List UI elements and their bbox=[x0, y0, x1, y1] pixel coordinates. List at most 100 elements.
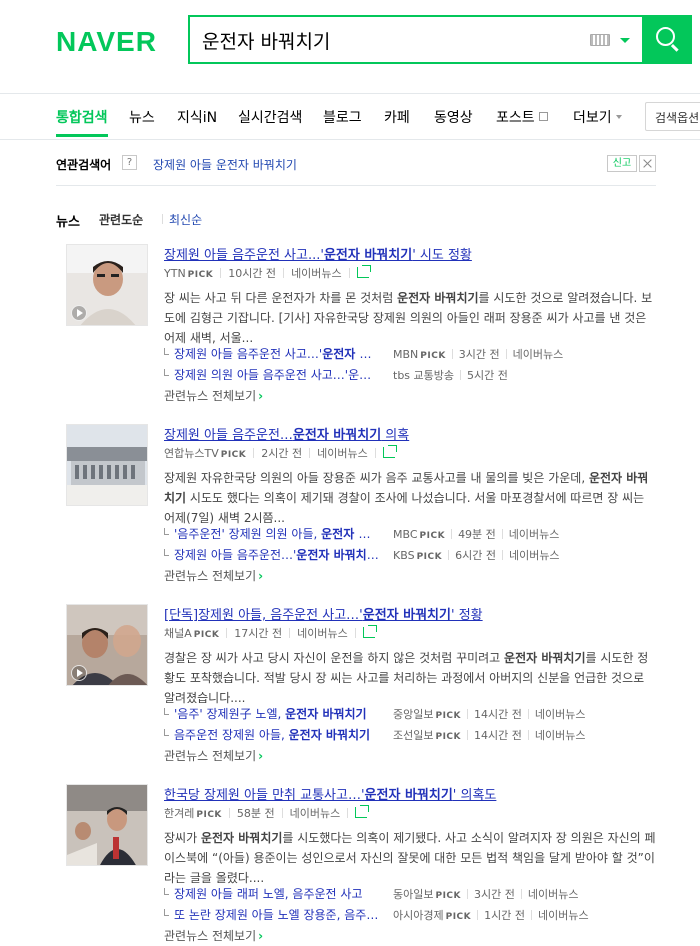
news-description: 장 씨는 사고 뒤 다른 운전자가 차를 몬 것처럼 운전자 바꿔치기를 시도한… bbox=[164, 288, 658, 348]
sub-press[interactable]: tbs 교통방송 bbox=[393, 369, 454, 382]
naver-news-link[interactable]: 네이버뉴스 bbox=[535, 708, 586, 721]
related-news-title[interactable]: 장제원 아들 래퍼 노엘, 음주운전 사고 bbox=[174, 885, 379, 902]
naver-news-link[interactable]: 네이버뉴스 bbox=[528, 888, 579, 901]
news-title-highlight: 운전자 바꿔치기 bbox=[292, 428, 382, 443]
search-button[interactable] bbox=[642, 15, 692, 64]
sub-time: 14시간 전 bbox=[474, 708, 522, 721]
naver-news-link[interactable]: 네이버뉴스 bbox=[297, 627, 348, 640]
tree-corner-icon bbox=[164, 369, 169, 376]
news-time: 2시간 전 bbox=[261, 447, 303, 460]
related-news-more[interactable]: 관련뉴스 전체보기 › bbox=[164, 927, 263, 944]
news-press[interactable]: 연합뉴스TV bbox=[164, 447, 219, 460]
chevron-down-icon[interactable] bbox=[620, 38, 630, 43]
sub-highlight: 운전자 바꿔치기 bbox=[296, 548, 378, 562]
tab-blog[interactable]: 블로그 bbox=[323, 107, 362, 127]
tab-news[interactable]: 뉴스 bbox=[129, 107, 155, 127]
desc-text: 장 씨는 사고 뒤 다른 운전자가 차를 몬 것처럼 bbox=[164, 291, 398, 305]
news-title[interactable]: 한국당 장제원 아들 만취 교통사고…'운전자 바꿔치기' 의혹도 bbox=[164, 784, 496, 803]
naver-news-link[interactable]: 네이버뉴스 bbox=[538, 909, 589, 922]
more-label: 관련뉴스 전체보기 bbox=[164, 569, 257, 583]
sub-highlight: 운전자 바꿔치기 bbox=[321, 527, 379, 541]
sort-recent[interactable]: 최신순 bbox=[169, 211, 202, 228]
tab-post[interactable]: 포스트 bbox=[496, 110, 535, 126]
related-news-title[interactable]: '음주운전' 장제원 의원 아들, 운전자 바꿔치기 bbox=[174, 525, 379, 542]
news-title-text: ' 의혹도 bbox=[452, 788, 497, 803]
tab-cafe[interactable]: 카페 bbox=[384, 107, 410, 127]
naver-news-link[interactable]: 네이버뉴스 bbox=[509, 528, 560, 541]
search-options-button[interactable]: 검색옵션 bbox=[645, 102, 700, 131]
news-meta: 한겨레 PICK 58분 전 네이버뉴스 bbox=[164, 805, 370, 821]
tab-post-wrap[interactable]: 포스트 bbox=[496, 107, 548, 127]
tab-video[interactable]: 동영상 bbox=[434, 107, 473, 127]
chevron-right-icon: › bbox=[258, 389, 264, 403]
sub-press[interactable]: 중앙일보 bbox=[393, 708, 433, 721]
news-thumbnail[interactable] bbox=[66, 604, 148, 686]
related-news-meta: MBN PICK 3시간 전 네이버뉴스 bbox=[393, 346, 563, 362]
sub-press[interactable]: MBC bbox=[393, 528, 418, 541]
related-news-title[interactable]: '음주' 장제원子 노엘, 운전자 바꿔치기 bbox=[174, 705, 379, 722]
tab-integrated[interactable]: 통합검색 bbox=[56, 107, 108, 137]
play-icon[interactable] bbox=[71, 305, 87, 321]
related-news-title[interactable]: 장제원 의원 아들 음주운전 사고…'운전자 바꿔치기' bbox=[174, 366, 379, 383]
report-button[interactable]: 신고 bbox=[607, 155, 637, 172]
related-news-title[interactable]: 장제원 아들 음주운전 사고…'운전자 바꿔치기 bbox=[174, 345, 379, 362]
play-icon[interactable] bbox=[71, 665, 87, 681]
search-input[interactable] bbox=[202, 26, 582, 54]
share-icon[interactable] bbox=[355, 805, 370, 818]
sub-press[interactable]: 조선일보 bbox=[393, 729, 433, 742]
related-keyword[interactable]: 장제원 아들 운전자 바꿔치기 bbox=[153, 156, 297, 173]
keyboard-icon[interactable] bbox=[590, 34, 610, 46]
tab-more[interactable]: 더보기 bbox=[573, 110, 612, 126]
news-title[interactable]: 장제원 아들 음주운전 사고...'운전자 바꿔치기' 시도 정황 bbox=[164, 244, 472, 263]
news-thumbnail[interactable] bbox=[66, 784, 148, 866]
tab-kin[interactable]: 지식iN bbox=[177, 107, 217, 127]
news-time: 17시간 전 bbox=[234, 627, 283, 640]
news-thumbnail[interactable] bbox=[66, 244, 148, 326]
naver-news-link[interactable]: 네이버뉴스 bbox=[509, 549, 560, 562]
news-title[interactable]: [단독]장제원 아들, 음주운전 사고…'운전자 바꿔치기' 정황 bbox=[164, 604, 483, 623]
sub-time: 14시간 전 bbox=[474, 729, 522, 742]
related-news-more[interactable]: 관련뉴스 전체보기 › bbox=[164, 387, 263, 404]
sub-press[interactable]: 아시아경제 bbox=[393, 909, 444, 922]
pick-badge: PICK bbox=[187, 270, 214, 280]
tab-more-wrap[interactable]: 더보기 bbox=[573, 107, 622, 127]
naver-news-link[interactable]: 네이버뉴스 bbox=[513, 348, 564, 361]
related-news-title[interactable]: 장제원 아들 음주운전…'운전자 바꿔치기' bbox=[174, 546, 379, 563]
news-description: 장씨가 운전자 바꿔치기를 시도했다는 의혹이 제기됐다. 사고 소식이 알려지… bbox=[164, 828, 658, 888]
desc-highlight: 운전자 바꿔치기 bbox=[200, 831, 283, 845]
sub-text: 장제원 아들 음주운전…' bbox=[174, 548, 297, 562]
news-time: 10시간 전 bbox=[228, 267, 277, 280]
naver-news-link[interactable]: 네이버뉴스 bbox=[290, 807, 341, 820]
news-press[interactable]: 채널A bbox=[164, 627, 192, 640]
chevron-right-icon: › bbox=[258, 749, 264, 763]
news-title-highlight: 운전자 바꿔치기 bbox=[364, 788, 453, 803]
related-news-title[interactable]: 또 논란 장제원 아들 노엘 장용준, 음주운전 bbox=[174, 906, 379, 923]
naver-news-link[interactable]: 네이버뉴스 bbox=[535, 729, 586, 742]
related-news-more[interactable]: 관련뉴스 전체보기 › bbox=[164, 567, 263, 584]
news-press[interactable]: YTN bbox=[164, 267, 186, 280]
close-icon[interactable] bbox=[639, 155, 656, 172]
sub-press[interactable]: MBN bbox=[393, 348, 418, 361]
pick-badge: PICK bbox=[435, 732, 462, 742]
related-news-more[interactable]: 관련뉴스 전체보기 › bbox=[164, 747, 263, 764]
header: NAVER bbox=[0, 0, 700, 94]
search-box[interactable] bbox=[188, 15, 643, 64]
related-news-title[interactable]: 음주운전 장제원 아들, 운전자 바꿔치기 bbox=[174, 726, 379, 743]
news-title[interactable]: 장제원 아들 음주운전…운전자 바꿔치기 의혹 bbox=[164, 424, 409, 443]
sub-press[interactable]: KBS bbox=[393, 549, 415, 562]
sort-relevance[interactable]: 관련도순 bbox=[99, 211, 143, 228]
tab-realtime[interactable]: 실시간검색 bbox=[238, 107, 302, 127]
sub-time: 5시간 전 bbox=[467, 369, 508, 382]
share-icon[interactable] bbox=[382, 445, 397, 458]
related-news-meta: tbs 교통방송 5시간 전 bbox=[393, 367, 508, 383]
sub-press[interactable]: 동아일보 bbox=[393, 888, 433, 901]
sub-text: 장제원 아들 래퍼 노엘, 음주운전 사고 bbox=[174, 887, 363, 901]
naver-news-link[interactable]: 네이버뉴스 bbox=[291, 267, 342, 280]
share-icon[interactable] bbox=[356, 265, 371, 278]
naver-news-link[interactable]: 네이버뉴스 bbox=[317, 447, 368, 460]
naver-logo[interactable]: NAVER bbox=[56, 26, 157, 58]
share-icon[interactable] bbox=[362, 625, 377, 638]
news-press[interactable]: 한겨레 bbox=[164, 807, 194, 820]
news-thumbnail[interactable] bbox=[66, 424, 148, 506]
help-icon[interactable]: ? bbox=[122, 155, 137, 170]
